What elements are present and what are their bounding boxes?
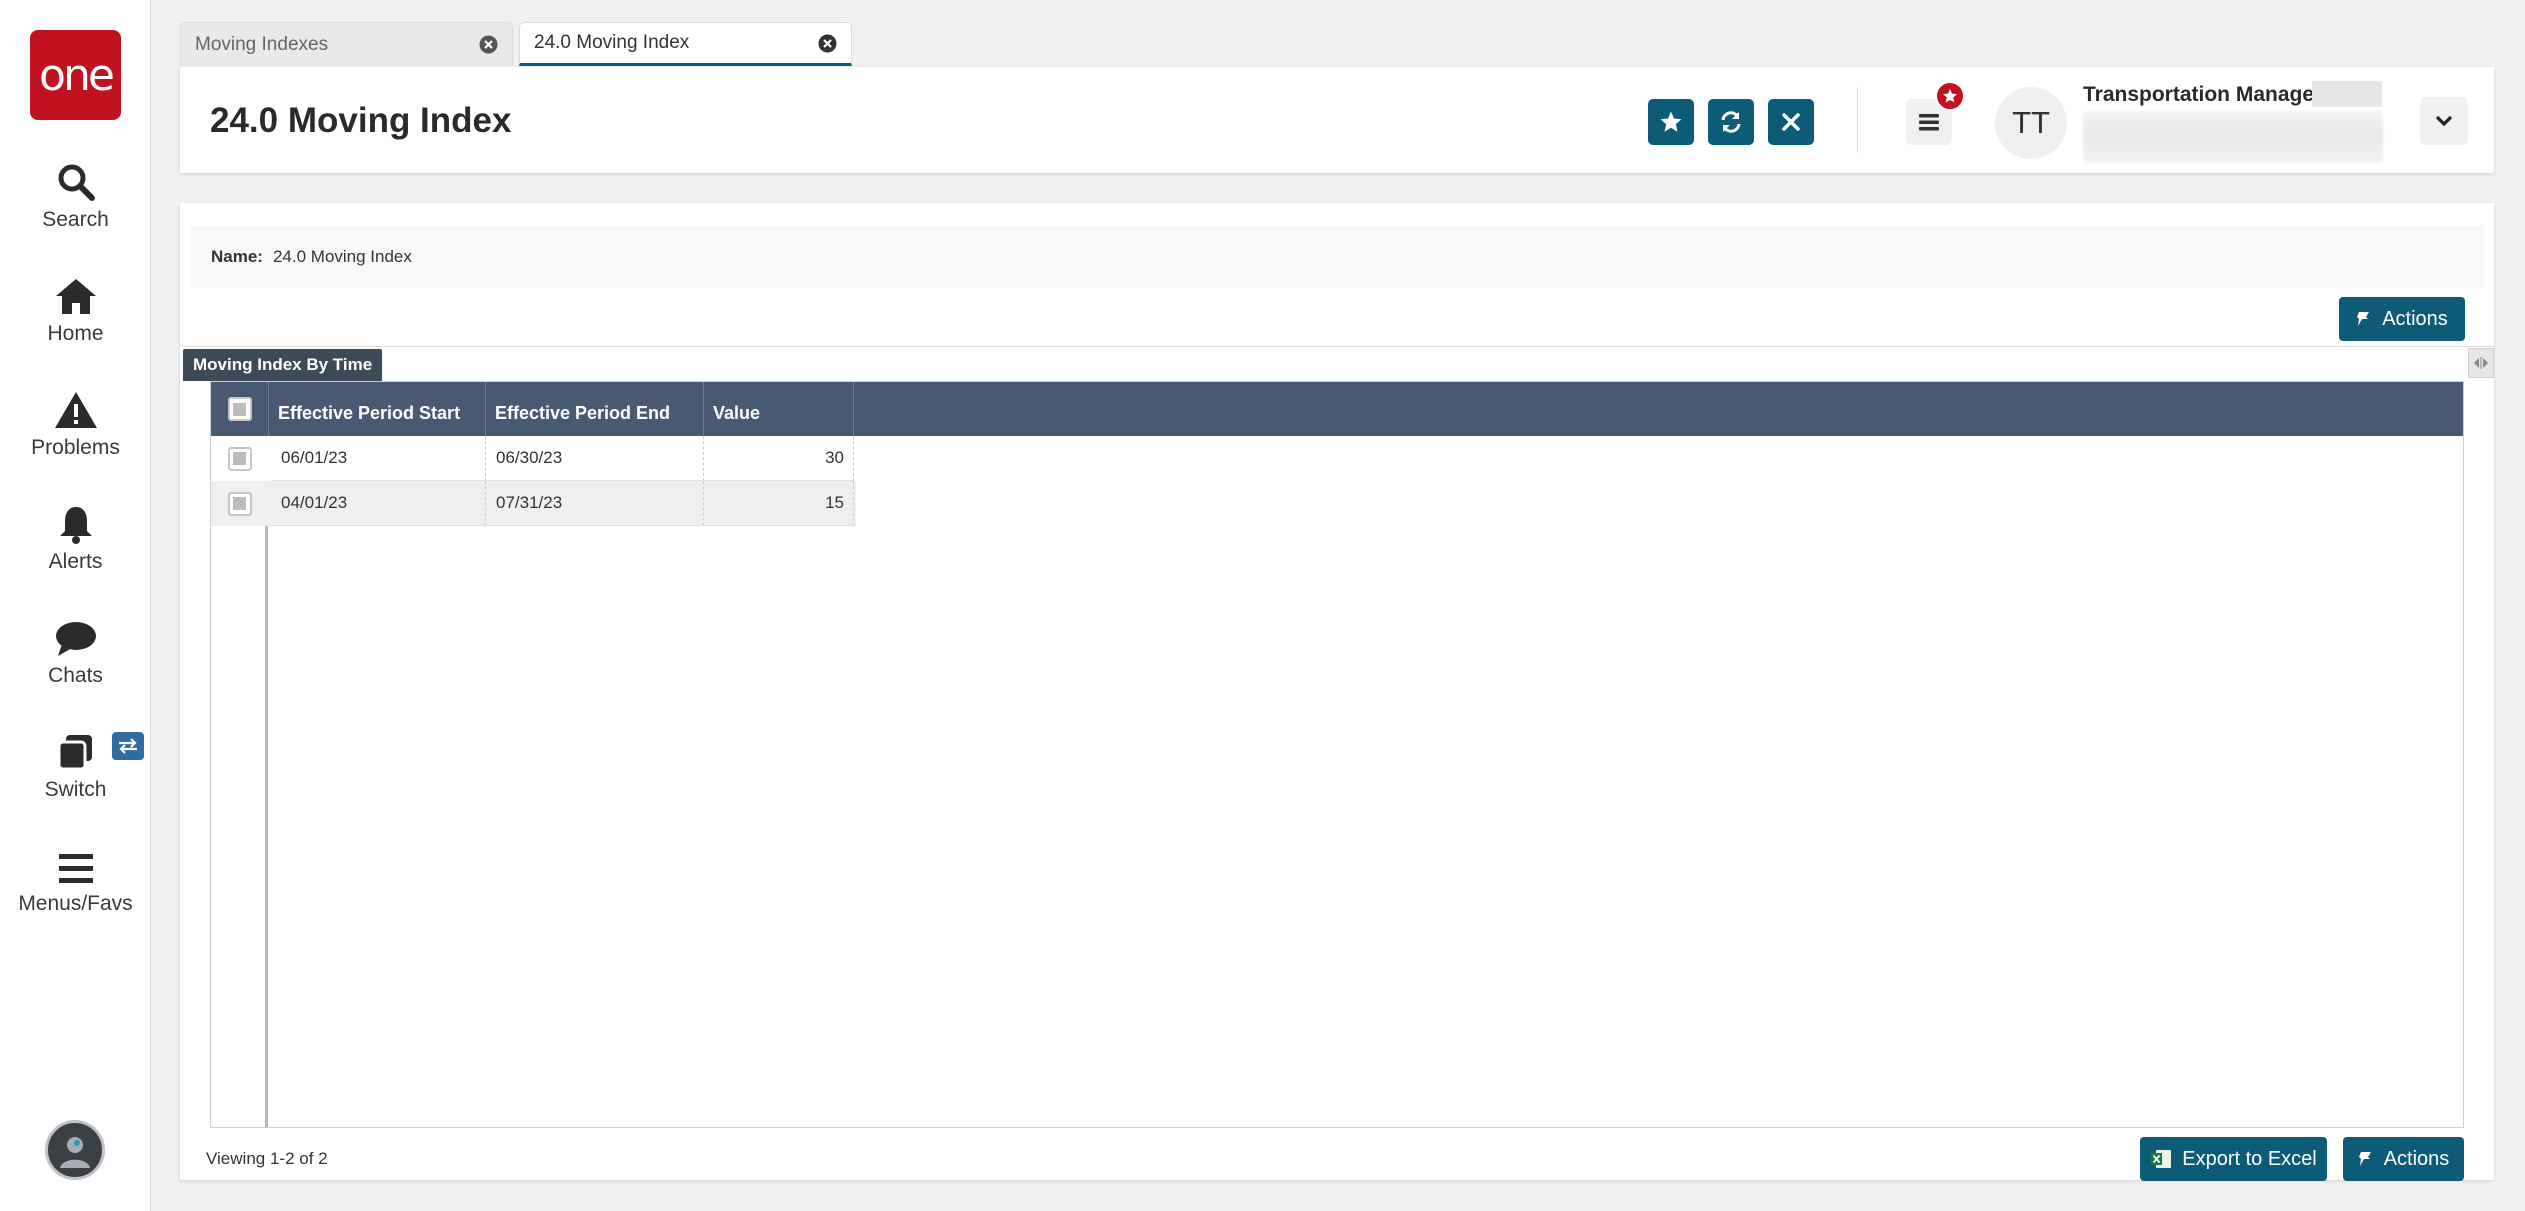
tab-24-moving-index[interactable]: 24.0 Moving Index — [519, 22, 852, 66]
section-divider — [182, 346, 2494, 347]
select-all-checkbox[interactable] — [227, 397, 252, 421]
refresh-icon — [1721, 111, 1741, 133]
section-title: Moving Index By Time — [183, 349, 383, 381]
nav-search-label: Search — [42, 208, 109, 231]
nav-alerts-label: Alerts — [48, 550, 103, 573]
switch-arrows-icon[interactable] — [112, 732, 144, 760]
moving-index-grid: Effective Period Start Effective Period … — [210, 381, 2464, 1128]
star-icon — [1660, 111, 1682, 132]
close-tab-icon[interactable] — [479, 35, 498, 54]
cell-start[interactable]: 04/01/23 — [271, 481, 486, 526]
cell-end[interactable]: 06/30/23 — [486, 436, 704, 481]
nav-home[interactable]: Home — [0, 272, 151, 346]
nav-search[interactable]: Search — [0, 158, 151, 232]
nav-chats[interactable]: Chats — [0, 614, 151, 688]
table-row[interactable]: 06/01/23 06/30/23 30 — [211, 436, 856, 481]
page-header: 24.0 Moving Index TT Transportation Mana… — [180, 67, 2494, 173]
row-select-cell — [211, 481, 268, 526]
pagination-status: Viewing 1-2 of 2 — [206, 1149, 328, 1168]
resize-handle-icon[interactable] — [2468, 348, 2494, 378]
chat-icon — [54, 614, 98, 658]
cell-value[interactable]: 30 — [704, 436, 854, 481]
actions-label: Actions — [2383, 1147, 2450, 1170]
row-selector-column — [211, 436, 268, 1127]
favorite-star-badge-icon — [1935, 81, 1965, 111]
row-select-cell — [211, 436, 268, 481]
close-tab-icon[interactable] — [818, 34, 837, 53]
export-to-excel-button[interactable]: Export to Excel — [2140, 1137, 2327, 1181]
detail-panel: Name: 24.0 Moving Index Actions Moving I… — [180, 203, 2494, 1181]
actions-button-top[interactable]: Actions — [2339, 297, 2465, 341]
close-icon — [1782, 113, 1800, 131]
close-button[interactable] — [1768, 99, 1814, 145]
list-icon — [1919, 114, 1939, 131]
cell-end[interactable]: 07/31/23 — [486, 481, 704, 526]
grid-header: Effective Period Start Effective Period … — [211, 382, 2463, 436]
switch-icon — [56, 728, 96, 772]
nav-home-label: Home — [47, 322, 104, 345]
nav-switch-label: Switch — [44, 778, 107, 801]
redacted-user-details — [2083, 111, 2383, 163]
export-label: Export to Excel — [2182, 1147, 2317, 1170]
nav-menus-favs-label: Menus/Favs — [18, 892, 133, 915]
left-navigation: one Search Home Problems Alerts Chats Sw… — [0, 0, 151, 1211]
excel-icon — [2151, 1150, 2172, 1168]
warning-icon — [54, 386, 98, 430]
search-icon — [56, 158, 96, 202]
favorite-button[interactable] — [1648, 99, 1694, 145]
name-value: 24.0 Moving Index — [272, 246, 412, 266]
tab-moving-indexes[interactable]: Moving Indexes — [180, 22, 513, 66]
redacted-user-info — [2312, 81, 2382, 107]
nav-problems[interactable]: Problems — [0, 386, 151, 460]
chevron-down-icon — [2435, 115, 2453, 127]
nav-menus-favs[interactable]: Menus/Favs — [0, 842, 151, 916]
column-header-start[interactable]: Effective Period Start — [269, 382, 486, 436]
row-checkbox[interactable] — [227, 491, 252, 516]
tab-label: 24.0 Moving Index — [534, 32, 690, 53]
actions-button-bottom[interactable]: Actions — [2343, 1137, 2464, 1181]
name-label: Name: — [211, 246, 263, 266]
refresh-button[interactable] — [1708, 99, 1754, 145]
hamburger-icon — [56, 842, 96, 886]
pin-icon — [2357, 312, 2370, 326]
table-row[interactable]: 04/01/23 07/31/23 15 — [211, 481, 856, 526]
cell-start[interactable]: 06/01/23 — [271, 436, 486, 481]
user-role: Transportation Manager — [2083, 83, 2323, 106]
column-header-end[interactable]: Effective Period End — [486, 382, 704, 436]
home-icon — [54, 272, 98, 316]
nav-problems-label: Problems — [31, 436, 120, 459]
tab-label: Moving Indexes — [195, 33, 329, 55]
header-divider — [1857, 87, 1858, 153]
pin-icon — [2358, 1152, 2371, 1166]
nav-alerts[interactable]: Alerts — [0, 500, 151, 574]
nav-chats-label: Chats — [48, 664, 103, 687]
profile-avatar[interactable] — [45, 1120, 105, 1180]
cell-value[interactable]: 15 — [704, 481, 854, 526]
name-field-row: Name: 24.0 Moving Index — [190, 225, 2484, 288]
actions-label: Actions — [2382, 307, 2448, 330]
column-header-value[interactable]: Value — [704, 382, 854, 436]
page-title: 24.0 Moving Index — [210, 101, 512, 140]
user-avatar[interactable]: TT — [1995, 87, 2067, 159]
user-menu-dropdown[interactable] — [2420, 97, 2468, 145]
one-logo[interactable]: one — [30, 30, 121, 120]
select-all-cell — [211, 382, 269, 436]
tab-strip: Moving Indexes 24.0 Moving Index — [180, 22, 852, 68]
bell-icon — [56, 500, 96, 544]
row-checkbox[interactable] — [227, 446, 252, 471]
